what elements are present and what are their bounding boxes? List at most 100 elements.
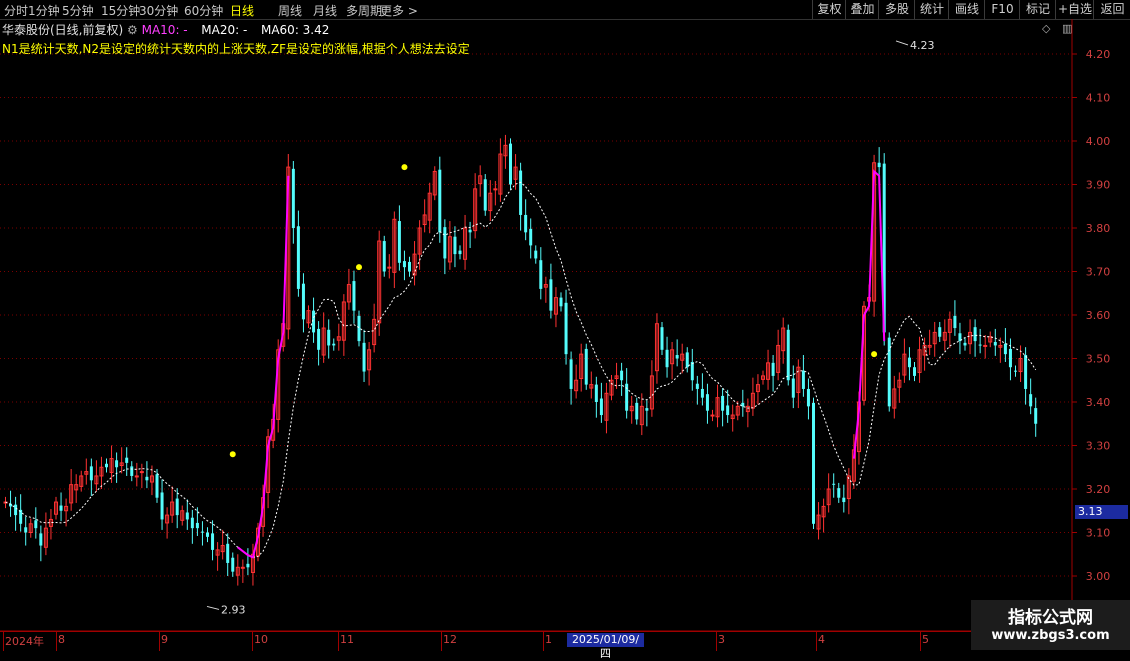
time-label-6: 1 — [545, 633, 552, 646]
candle-body — [791, 378, 795, 398]
candle-body — [771, 362, 775, 376]
time-tick — [3, 632, 4, 651]
candle-body — [357, 315, 361, 342]
candle-body — [710, 414, 715, 417]
candle-body — [130, 466, 134, 476]
signal-dot — [356, 264, 362, 271]
price-tick-label: 4.20 — [1086, 48, 1111, 61]
candle-body — [352, 281, 356, 311]
candle-body — [1024, 355, 1028, 389]
signal-dot — [229, 451, 236, 458]
candle-body — [458, 250, 462, 255]
candle-body — [14, 504, 18, 516]
candle-body — [509, 143, 512, 185]
candle-body — [973, 327, 977, 342]
candle-body — [402, 261, 406, 268]
signal-dot — [871, 351, 878, 358]
candle-body — [125, 457, 129, 463]
time-tick — [543, 632, 544, 651]
candle-body — [226, 543, 230, 563]
candle-body — [524, 214, 528, 233]
time-label-5: 12 — [443, 633, 457, 646]
price-tick-label: 3.40 — [1086, 396, 1111, 409]
candle-body — [24, 527, 28, 533]
candle-body — [842, 497, 846, 503]
candle-body — [978, 344, 982, 346]
price-tick-label: 4.00 — [1086, 135, 1111, 148]
candle-body — [741, 402, 745, 407]
time-tick — [252, 632, 253, 651]
time-axis: 2024年 8 9 10 11 12 1 2025/01/09/四 3 4 5 — [0, 631, 1130, 660]
candle-body — [19, 509, 23, 524]
price-tick-label: 3.00 — [1086, 570, 1111, 583]
current-price-marker: 3.13 — [1075, 505, 1128, 519]
candle-body — [438, 169, 442, 233]
candle-body — [175, 498, 179, 516]
candle-body — [231, 557, 235, 572]
candle-body — [594, 384, 598, 402]
time-tick — [56, 632, 57, 651]
candle-body — [599, 398, 603, 416]
watermark-url: www.zbgs3.com — [991, 628, 1110, 643]
candle-body — [806, 388, 810, 407]
candle-body — [584, 348, 588, 385]
candle-body — [155, 474, 159, 498]
high-marker — [895, 40, 909, 46]
candle-body — [134, 475, 139, 478]
time-tick — [338, 632, 339, 651]
candle-body — [1029, 394, 1033, 407]
candle-body — [1008, 348, 1012, 368]
candle-body — [564, 302, 568, 355]
candle-body — [397, 221, 401, 263]
candle-body — [453, 236, 457, 255]
candle-body — [726, 405, 730, 416]
watermark: 指标公式网 www.zbgs3.com — [971, 600, 1130, 650]
candle-body — [705, 394, 709, 411]
time-label-9: 4 — [818, 633, 825, 646]
watermark-title: 指标公式网 — [1008, 608, 1093, 628]
candle-body — [786, 329, 790, 381]
time-tick — [716, 632, 717, 651]
candle-body — [190, 517, 194, 529]
candle-body — [529, 228, 533, 246]
candle-body — [105, 463, 108, 468]
price-tick-label: 3.10 — [1086, 527, 1111, 540]
candle-body — [690, 361, 694, 381]
time-label-3: 10 — [254, 633, 268, 646]
candle-body — [519, 170, 523, 215]
candle-body — [660, 327, 664, 350]
time-label-2: 9 — [161, 633, 168, 646]
candle-body — [332, 343, 336, 346]
candle-body — [387, 266, 392, 269]
time-tick — [441, 632, 442, 651]
time-tick — [159, 632, 160, 651]
candle-body — [700, 388, 704, 398]
candle-body — [211, 533, 215, 550]
time-label-0: 2024年 — [5, 635, 44, 648]
time-label-4: 11 — [340, 633, 354, 646]
candle-body — [408, 261, 411, 272]
candle-body — [240, 566, 245, 569]
candle-body — [200, 531, 204, 533]
time-tick — [920, 632, 921, 651]
price-tick-label: 3.60 — [1086, 309, 1111, 322]
low-label: 2.93 — [221, 603, 246, 616]
candle-body — [620, 370, 624, 381]
high-label: 4.23 — [910, 39, 935, 52]
candle-body — [34, 520, 38, 529]
price-tick-label: 3.80 — [1086, 222, 1111, 235]
candle-body — [327, 329, 331, 346]
price-tick-label: 3.90 — [1086, 179, 1111, 192]
candle-body — [645, 408, 649, 411]
candle-body — [907, 357, 911, 368]
candle-body — [291, 168, 295, 228]
candle-body — [139, 471, 144, 474]
candle-body — [317, 328, 321, 350]
candlestick-chart[interactable]: 4.20 4.10 4.00 3.90 3.80 3.70 3.60 3.50 3.40 3.30… — [0, 0, 1130, 650]
candle-body — [963, 342, 967, 346]
price-tick-label: 3.70 — [1086, 266, 1111, 279]
crosshair-date: 2025/01/09/四 — [567, 633, 644, 660]
candle-body — [832, 483, 836, 485]
price-tick-label: 3.20 — [1086, 483, 1111, 496]
candle-body — [938, 327, 942, 337]
